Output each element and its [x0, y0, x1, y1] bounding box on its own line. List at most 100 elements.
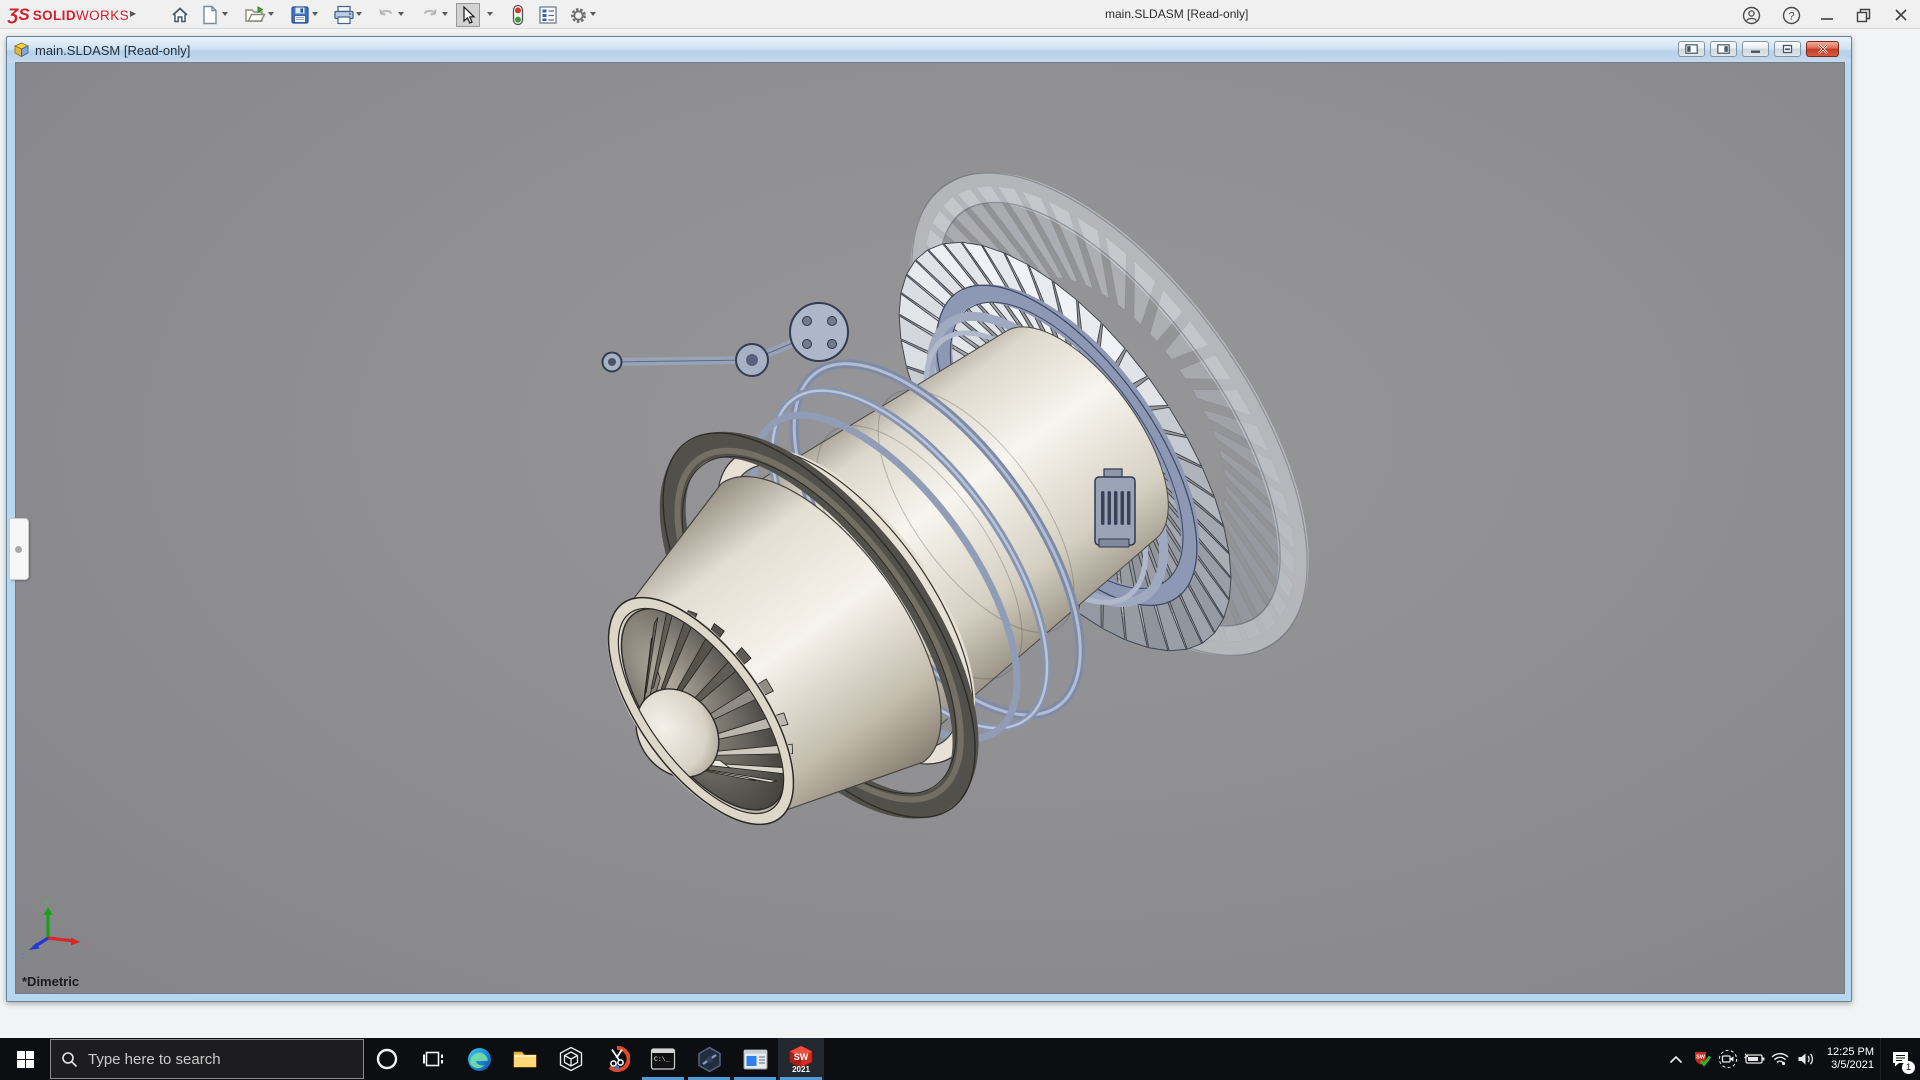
blue-window-app-icon [742, 1046, 769, 1073]
system-tray: SW 12:25 PM 3/5/2021 1 [1663, 1038, 1920, 1080]
tray-clock[interactable]: 12:25 PM 3/5/2021 [1827, 1046, 1874, 1072]
document-minimize-button[interactable] [1742, 41, 1769, 57]
restore-button[interactable] [1850, 3, 1876, 27]
select-tool-button[interactable] [456, 3, 480, 27]
undo-button[interactable] [374, 3, 398, 27]
window-title: main.SLDASM [Read-only] [1105, 7, 1248, 21]
pane-right-button[interactable] [1710, 41, 1737, 57]
start-button[interactable] [0, 1038, 50, 1080]
new-document-dropdown[interactable] [222, 12, 228, 16]
tray-wifi[interactable] [1767, 1038, 1793, 1080]
taskbar-edge[interactable] [456, 1038, 502, 1080]
close-button[interactable] [1888, 3, 1914, 27]
speaker-icon [1796, 1051, 1816, 1067]
document-window: main.SLDASM [Read-only] [6, 36, 1852, 1002]
solidworks-shield-icon: SW [1693, 1050, 1711, 1068]
svg-text:C:\_: C:\_ [654, 1056, 670, 1063]
print-button[interactable] [332, 3, 356, 27]
taskbar-task-view[interactable] [410, 1038, 456, 1080]
wifi-icon [1770, 1051, 1790, 1067]
app-titlebar: ƷS SOLIDWORKS ▸ main.SLDASM [Read-only] [0, 0, 1920, 29]
triad-x-label: x [84, 939, 89, 950]
solidworks-logo-glyph: ƷS [8, 5, 30, 25]
print-dropdown[interactable] [356, 12, 362, 16]
options-dropdown[interactable] [590, 12, 596, 16]
document-restore-button[interactable] [1774, 41, 1801, 57]
home-button[interactable] [168, 3, 192, 27]
menu-flyout-arrow-icon[interactable]: ▸ [130, 6, 136, 20]
tray-volume[interactable] [1793, 1038, 1819, 1080]
3d-viewer-icon [558, 1046, 584, 1072]
featuremanager-collapsed-tab[interactable] [10, 518, 29, 580]
save-icon [290, 5, 310, 25]
engine-model: y x z [16, 63, 1844, 993]
taskbar-snipping-tool[interactable] [594, 1038, 640, 1080]
windows-logo-icon [17, 1051, 34, 1068]
pane-left-button[interactable] [1678, 41, 1705, 57]
redo-button[interactable] [418, 3, 442, 27]
graphics-viewport[interactable]: y x z *Dimetric [16, 63, 1844, 993]
file-properties-button[interactable] [536, 3, 560, 27]
command-prompt-icon: C:\_ [650, 1046, 676, 1072]
engine-finned-block [1095, 469, 1135, 547]
taskbar-cortana[interactable] [364, 1038, 410, 1080]
new-document-icon [201, 5, 219, 25]
snipping-tool-icon [604, 1046, 630, 1072]
undo-icon [376, 6, 396, 24]
notification-count-badge: 1 [1902, 1061, 1915, 1074]
svg-text:SW: SW [1696, 1055, 1706, 1061]
taskbar-solidworks[interactable]: SW 2021 [778, 1038, 824, 1080]
rebuild-button[interactable] [506, 3, 530, 27]
select-tool-dropdown[interactable] [487, 12, 493, 16]
save-dropdown[interactable] [312, 12, 318, 16]
tray-solidworks-monitor[interactable]: SW [1689, 1038, 1715, 1080]
task-view-icon [422, 1048, 444, 1070]
home-icon [170, 5, 190, 25]
tray-battery[interactable] [1741, 1038, 1767, 1080]
engine-axis-group [479, 108, 1383, 980]
view-orientation-label: *Dimetric [22, 974, 79, 989]
search-icon [61, 1051, 78, 1068]
open-button[interactable] [243, 3, 267, 27]
meet-now-camera-icon [1718, 1049, 1738, 1069]
svg-text:?: ? [1788, 10, 1794, 22]
taskbar-hex-utility-app[interactable] [686, 1038, 732, 1080]
minimize-icon [1820, 8, 1834, 22]
help-icon: ? [1782, 6, 1801, 25]
restore-icon [1856, 8, 1871, 23]
chevron-up-icon [1669, 1055, 1683, 1064]
clock-time: 12:25 PM [1827, 1046, 1874, 1059]
redo-dropdown[interactable] [442, 12, 448, 16]
document-minimize-icon [1750, 45, 1761, 54]
file-explorer-icon [512, 1046, 538, 1072]
help-button[interactable]: ? [1778, 3, 1804, 27]
action-center-button[interactable]: 1 [1880, 1038, 1920, 1080]
user-account-icon [1742, 6, 1761, 25]
taskbar-blue-window-app[interactable] [732, 1038, 778, 1080]
cortana-icon [375, 1047, 399, 1071]
taskbar-file-explorer[interactable] [502, 1038, 548, 1080]
close-icon [1894, 8, 1908, 22]
options-button[interactable] [566, 3, 590, 27]
select-cursor-icon [459, 5, 477, 25]
document-window-titlebar[interactable]: main.SLDASM [Read-only] [7, 37, 1851, 63]
svg-text:SW: SW [794, 1052, 809, 1062]
taskbar-3d-viewer[interactable] [548, 1038, 594, 1080]
document-restore-icon [1782, 44, 1793, 54]
search-input[interactable]: Type here to search [50, 1039, 364, 1079]
document-close-icon [1817, 44, 1829, 54]
hex-utility-icon [696, 1046, 723, 1073]
pane-right-icon [1717, 44, 1730, 54]
tray-meet-now[interactable] [1715, 1038, 1741, 1080]
tray-hidden-icons[interactable] [1663, 1038, 1689, 1080]
document-close-button[interactable] [1806, 41, 1839, 57]
rebuild-traffic-light-icon [511, 4, 525, 26]
open-dropdown[interactable] [268, 12, 274, 16]
splitter-handle-dot [15, 546, 22, 553]
undo-dropdown[interactable] [398, 12, 404, 16]
new-document-button[interactable] [198, 3, 222, 27]
account-button[interactable] [1738, 3, 1764, 27]
taskbar-command-prompt[interactable]: C:\_ [640, 1038, 686, 1080]
minimize-button[interactable] [1814, 3, 1840, 27]
save-button[interactable] [288, 3, 312, 27]
